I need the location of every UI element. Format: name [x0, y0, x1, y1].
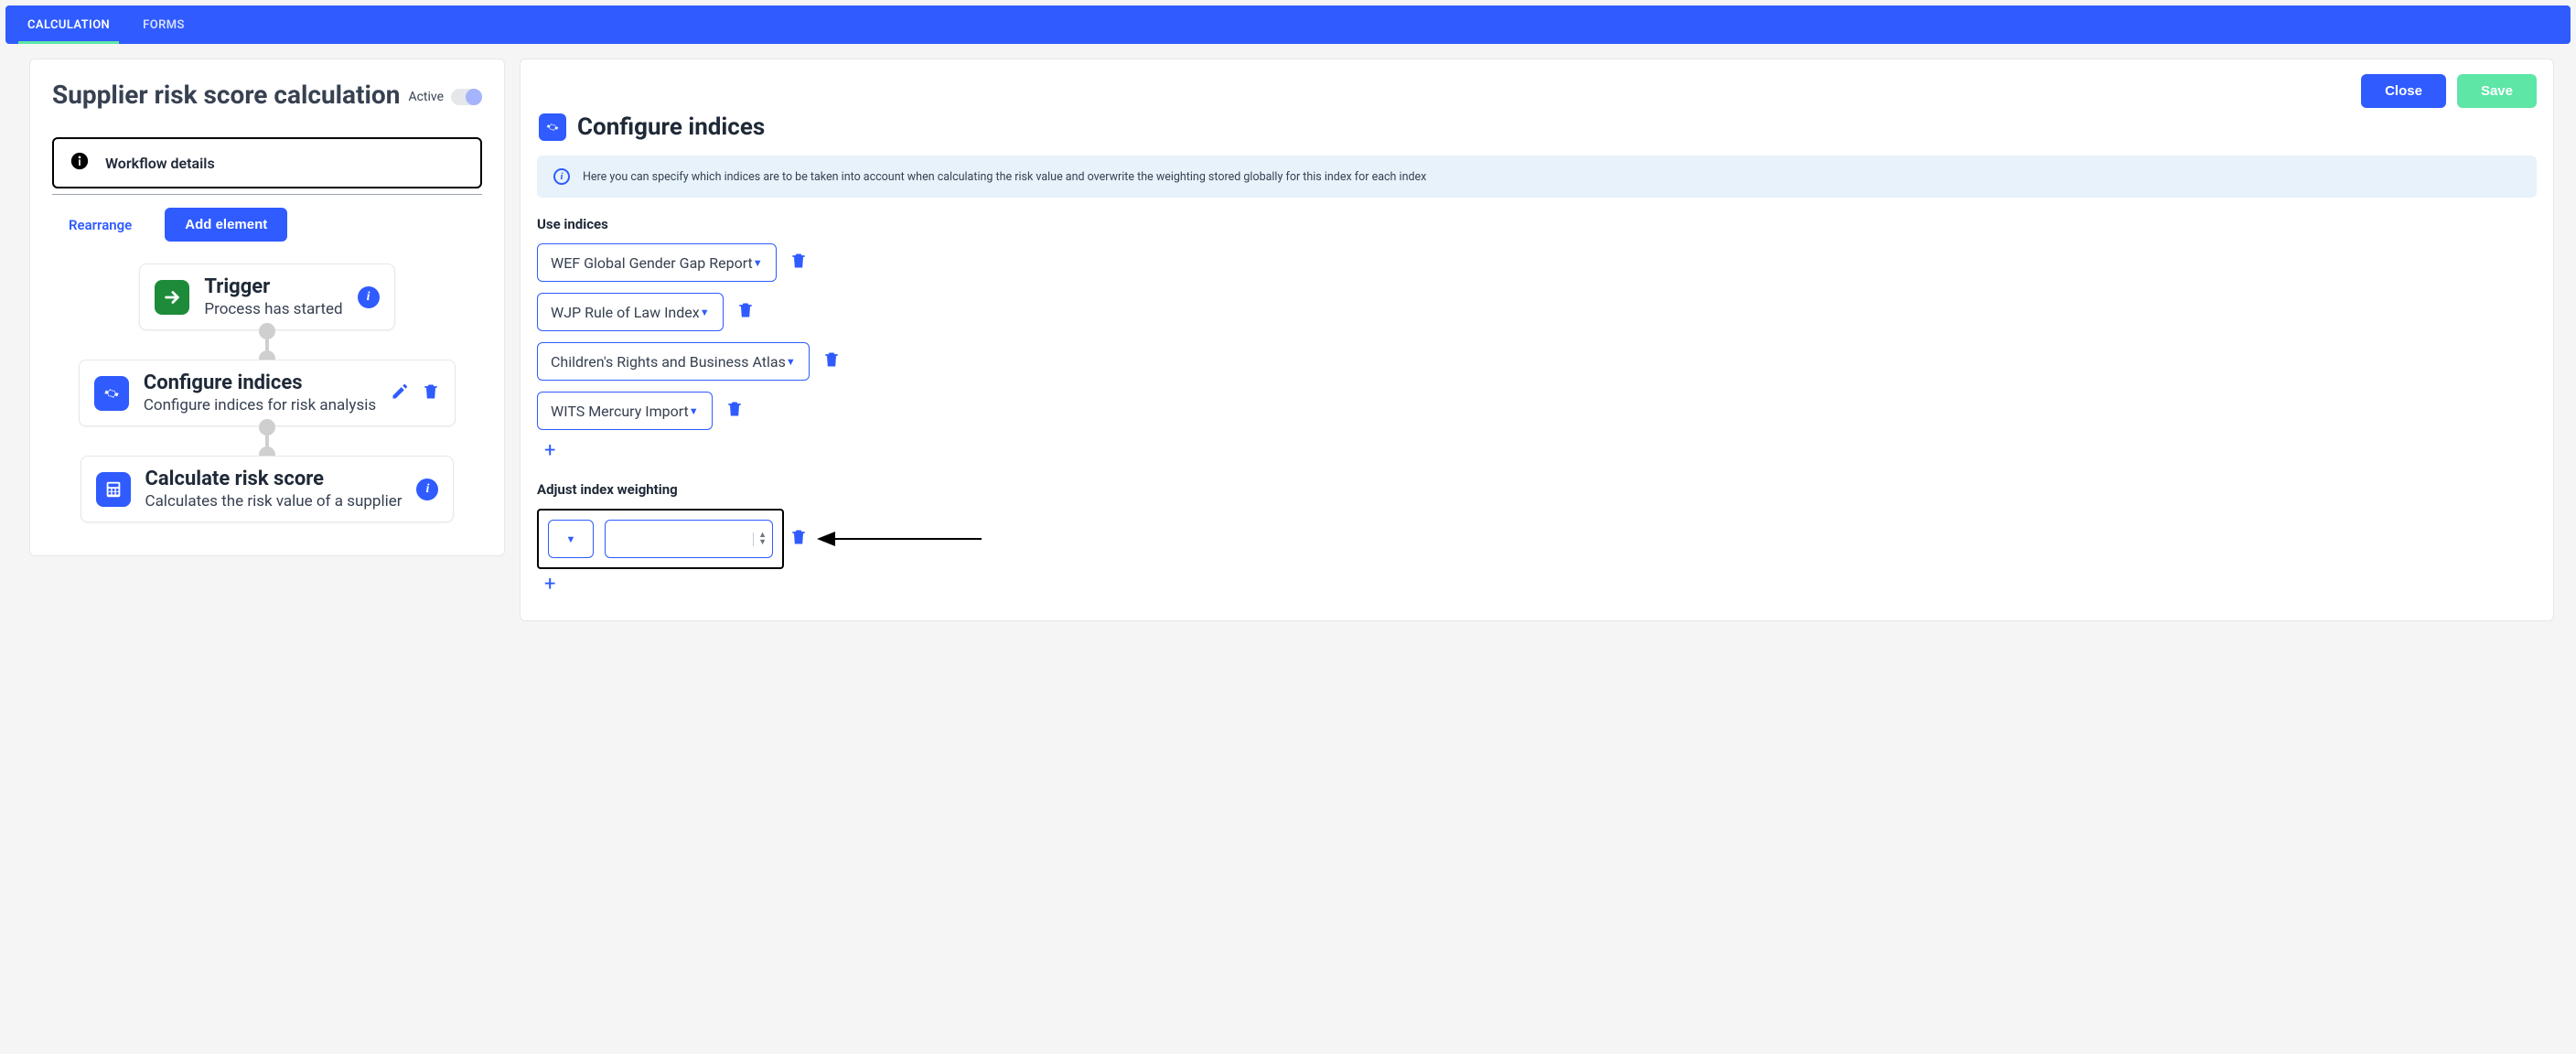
chevron-down-icon: ▼ — [786, 356, 796, 368]
active-toggle-group: Active — [408, 89, 482, 105]
connector — [265, 428, 269, 454]
close-button[interactable]: Close — [2361, 74, 2446, 108]
add-weighting-button[interactable]: + — [544, 575, 2537, 595]
main-stage: Supplier risk score calculation Active W… — [0, 44, 2576, 643]
delete-icon[interactable] — [736, 301, 755, 323]
active-toggle[interactable] — [451, 89, 482, 105]
stepper-icon[interactable]: ▲▼ — [753, 532, 767, 546]
node-trigger[interactable]: Trigger Process has started i — [139, 264, 394, 330]
node-configure-sub: Configure indices for risk analysis — [144, 396, 376, 414]
weighting-row-highlight: ▼ ▲▼ — [537, 509, 784, 569]
use-indices-label: Use indices — [537, 216, 2537, 232]
connector — [265, 332, 269, 358]
tab-forms[interactable]: FORMS — [126, 5, 201, 44]
index-select-1[interactable]: WJP Rule of Law Index ▼ — [537, 293, 724, 331]
annotation-arrow — [817, 532, 982, 546]
chevron-down-icon: ▼ — [689, 405, 699, 417]
node-calculate-sub: Calculates the risk value of a supplier — [145, 492, 402, 511]
active-label: Active — [408, 90, 444, 104]
workflow-panel: Supplier risk score calculation Active W… — [29, 59, 505, 556]
adjust-weighting-label: Adjust index weighting — [537, 481, 2537, 498]
rearrange-button[interactable]: Rearrange — [69, 217, 132, 233]
index-value: WJP Rule of Law Index — [551, 304, 700, 321]
node-configure-title: Configure indices — [144, 371, 376, 394]
tab-calculation[interactable]: CALCULATION — [11, 5, 126, 44]
config-panel: Close Save Configure indices i Here you … — [520, 59, 2554, 621]
delete-icon[interactable] — [725, 400, 744, 422]
divider — [52, 194, 482, 195]
play-icon — [155, 280, 189, 315]
banner-text: Here you can specify which indices are t… — [583, 170, 1426, 184]
workflow-details-label: Workflow details — [105, 155, 215, 172]
add-element-button[interactable]: Add element — [165, 208, 287, 242]
chevron-down-icon: ▼ — [753, 257, 763, 269]
info-icon — [70, 152, 89, 174]
edit-icon[interactable] — [391, 382, 409, 404]
workflow-canvas: Trigger Process has started i Configure … — [52, 264, 482, 522]
page-title: Supplier risk score calculation — [52, 80, 400, 110]
calculator-icon — [96, 472, 131, 507]
index-select-2[interactable]: Children's Rights and Business Atlas ▼ — [537, 342, 810, 381]
save-button[interactable]: Save — [2457, 74, 2537, 108]
node-configure-indices[interactable]: Configure indices Configure indices for … — [79, 360, 456, 426]
index-value: WEF Global Gender Gap Report — [551, 254, 753, 272]
node-calculate-title: Calculate risk score — [145, 468, 402, 490]
node-trigger-title: Trigger — [204, 275, 342, 298]
delete-icon[interactable] — [789, 252, 808, 274]
delete-icon[interactable] — [822, 350, 841, 372]
weighting-value-input[interactable]: ▲▼ — [605, 520, 773, 558]
index-value: WITS Mercury Import — [551, 403, 689, 420]
gear-icon — [94, 376, 129, 411]
weighting-index-select[interactable]: ▼ — [548, 520, 594, 558]
index-value: Children's Rights and Business Atlas — [551, 353, 786, 371]
node-trigger-sub: Process has started — [204, 300, 342, 318]
node-info-icon[interactable]: i — [358, 286, 380, 308]
info-icon: i — [553, 168, 570, 185]
chevron-down-icon: ▼ — [700, 307, 710, 318]
delete-icon[interactable] — [422, 382, 440, 404]
node-info-icon[interactable]: i — [416, 479, 438, 500]
gear-icon — [539, 113, 566, 141]
info-banner: i Here you can specify which indices are… — [537, 156, 2537, 198]
index-select-3[interactable]: WITS Mercury Import ▼ — [537, 392, 713, 430]
section-title: Configure indices — [577, 113, 765, 141]
delete-icon[interactable] — [789, 528, 808, 550]
topbar: CALCULATION FORMS — [5, 5, 2571, 44]
index-select-0[interactable]: WEF Global Gender Gap Report ▼ — [537, 243, 777, 282]
workflow-details-box[interactable]: Workflow details — [52, 137, 482, 188]
node-calculate-risk[interactable]: Calculate risk score Calculates the risk… — [80, 456, 455, 522]
add-index-button[interactable]: + — [544, 441, 2537, 461]
